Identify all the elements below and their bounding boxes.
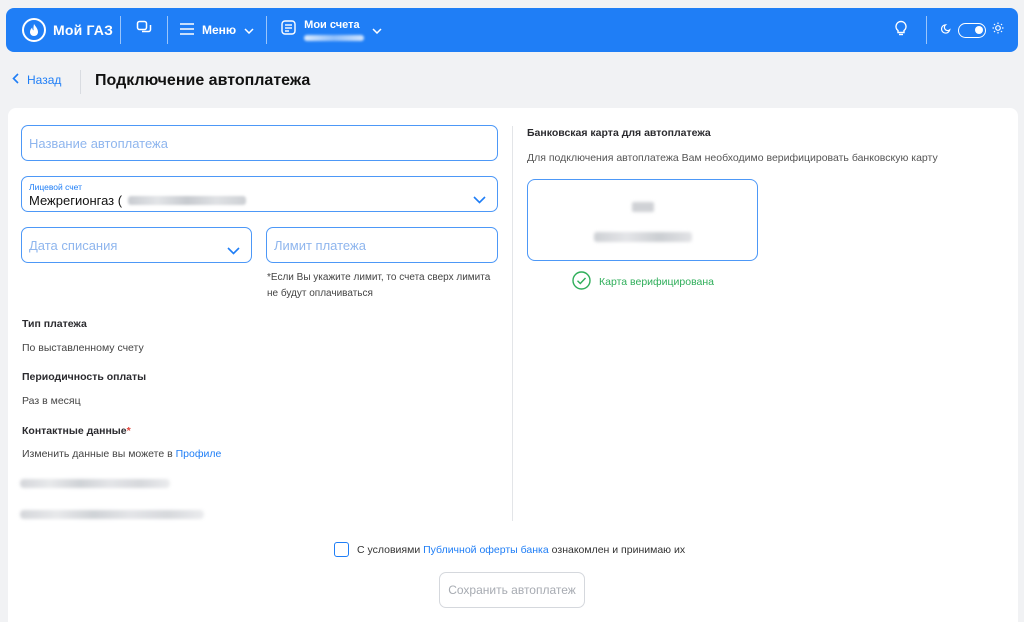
contacts-hint: Изменить данные вы можете в Профиле [22, 448, 221, 460]
lightbulb-icon [894, 20, 908, 41]
back-button[interactable]: Назад [12, 73, 61, 87]
required-mark: * [126, 425, 131, 437]
payment-type-value: По выставленному счету [22, 342, 144, 354]
limit-note: *Если Вы укажите лимит, то счета сверх л… [267, 272, 491, 299]
column-divider [512, 126, 513, 521]
card-verified-label: Карта верифицирована [599, 276, 715, 288]
contact-phone-redacted [20, 479, 170, 488]
accounts-text: Мои счета [304, 19, 365, 41]
periodicity-label: Периодичность оплаты [22, 371, 147, 383]
debit-date-select[interactable]: Дата списания [21, 227, 252, 263]
agree-suffix: ознакомлен и принимаю их [548, 543, 686, 556]
account-number-redacted [128, 196, 247, 205]
back-label: Назад [27, 73, 62, 87]
autopay-name-input[interactable]: Название автоплатежа [21, 125, 498, 161]
theme-toggle[interactable] [958, 22, 986, 38]
page-title: Подключение автоплатежа [95, 72, 311, 89]
profile-link[interactable]: Профиле [176, 448, 222, 460]
offer-agreement: С условиями Публичной оферты банка ознак… [334, 542, 685, 557]
public-offer-link[interactable]: Публичной оферты банка [423, 544, 549, 556]
menu-label: Меню [202, 23, 237, 37]
card-brand-redacted [632, 202, 654, 212]
autopay-form-card: Название автоплатежа Лицевой счет Межрег… [8, 108, 1018, 622]
contacts-label: Контактные данные* [22, 425, 131, 437]
save-autopay-button[interactable]: Сохранить автоплатеж [439, 572, 585, 608]
account-select-value-wrap: Межрегионгаз ( [29, 193, 247, 208]
contacts-label-text: Контактные данные [22, 425, 127, 437]
chat-button[interactable] [121, 20, 167, 41]
bank-card-title: Банковская карта для автоплатежа [527, 127, 711, 139]
card-verified-status: Карта верифицирована [572, 271, 714, 293]
accounts-title: Мои счета [304, 19, 360, 31]
check-circle-icon [572, 271, 591, 293]
contact-email-redacted [20, 510, 204, 519]
agree-prefix: С условиями [357, 543, 424, 556]
payment-type-label: Тип платежа [22, 318, 87, 330]
debit-date-placeholder: Дата списания [29, 238, 118, 253]
bank-card-tile[interactable] [527, 179, 758, 261]
payment-limit-placeholder: Лимит платежа [274, 238, 366, 253]
chevron-left-icon [12, 73, 19, 87]
sun-icon [992, 21, 1004, 39]
subheader-divider [80, 70, 81, 94]
bank-card-description: Для подключения автоплатежа Вам необходи… [527, 152, 938, 164]
account-select-value: Межрегионгаз ( [29, 193, 123, 208]
card-number-redacted [594, 232, 692, 242]
account-select-label: Лицевой счет [29, 182, 83, 192]
chevron-down-icon [227, 242, 240, 260]
chat-icon [136, 20, 152, 41]
chevron-down-icon [244, 23, 254, 37]
account-list-icon [281, 20, 296, 40]
top-header: Мой ГАЗ Меню Мои счета [6, 8, 1018, 52]
payment-limit-input[interactable]: Лимит платежа [266, 227, 498, 263]
hamburger-icon [180, 22, 194, 38]
account-select[interactable]: Лицевой счет Межрегионгаз ( [21, 176, 498, 212]
chevron-down-icon [473, 191, 486, 209]
menu-button[interactable]: Меню [168, 22, 266, 38]
logo[interactable]: Мой ГАЗ [6, 18, 120, 42]
autopay-name-placeholder: Название автоплатежа [29, 136, 168, 151]
moon-icon [940, 21, 952, 39]
account-number-redacted [304, 35, 365, 41]
theme-switch[interactable] [927, 21, 1018, 39]
logo-text: Мой ГАЗ [53, 22, 114, 38]
tips-button[interactable] [876, 20, 926, 41]
chevron-down-icon [372, 21, 382, 39]
contacts-hint-text: Изменить данные вы можете в [22, 448, 176, 460]
offer-agreement-text: С условиями Публичной оферты банка ознак… [357, 544, 685, 556]
gas-flame-logo-icon [22, 18, 46, 42]
toggle-knob [975, 25, 983, 34]
offer-agreement-checkbox[interactable] [334, 542, 349, 557]
accounts-button[interactable]: Мои счета [267, 19, 394, 41]
periodicity-value: Раз в месяц [22, 395, 81, 407]
